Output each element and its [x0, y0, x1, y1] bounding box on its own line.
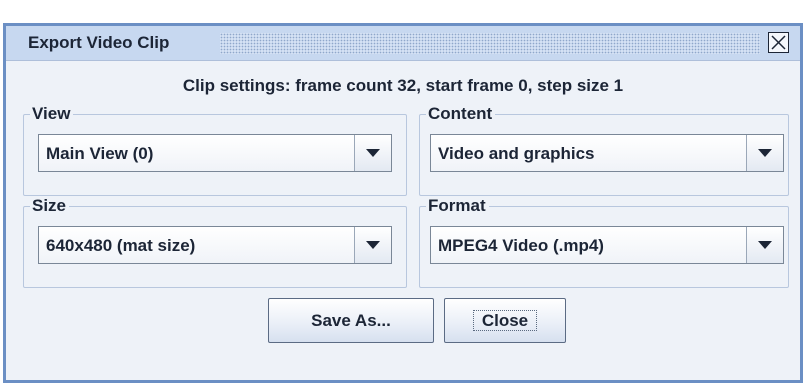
close-window-button[interactable]: [768, 32, 789, 53]
content-selected-value: Video and graphics: [438, 144, 595, 163]
window-title: Export Video Clip: [28, 33, 170, 52]
size-selected-value: 640x480 (mat size): [46, 236, 196, 255]
format-group-label: Format: [426, 196, 489, 216]
title-bar-grip: [220, 33, 760, 54]
view-select[interactable]: Main View (0): [38, 134, 392, 172]
focus-ring: [473, 310, 537, 331]
view-selected-value: Main View (0): [46, 144, 154, 163]
content-group-label: Content: [426, 104, 496, 124]
clip-settings-summary: Clip settings: frame count 32, start fra…: [182, 76, 624, 95]
content-dropdown-button[interactable]: [746, 135, 783, 171]
close-icon: [771, 35, 786, 50]
content-select[interactable]: Video and graphics: [430, 134, 784, 172]
format-selected-value: MPEG4 Video (.mp4): [438, 236, 604, 255]
chevron-down-icon: [758, 149, 772, 157]
format-dropdown-button[interactable]: [746, 227, 783, 263]
format-select[interactable]: MPEG4 Video (.mp4): [430, 226, 784, 264]
title-bar[interactable]: Export Video Clip: [6, 26, 800, 61]
save-as-label: Save As...: [311, 310, 391, 330]
save-as-button[interactable]: Save As...: [268, 298, 434, 343]
export-video-clip-dialog: Export Video Clip Clip settings: frame c…: [3, 23, 803, 383]
format-group: Format MPEG4 Video (.mp4): [419, 196, 789, 288]
view-dropdown-button[interactable]: [354, 135, 391, 171]
size-select[interactable]: 640x480 (mat size): [38, 226, 392, 264]
chevron-down-icon: [366, 241, 380, 249]
close-button[interactable]: Close: [444, 298, 566, 343]
chevron-down-icon: [366, 149, 380, 157]
size-dropdown-button[interactable]: [354, 227, 391, 263]
chevron-down-icon: [758, 241, 772, 249]
view-group: View Main View (0): [23, 104, 407, 196]
size-group-label: Size: [30, 196, 70, 216]
content-group: Content Video and graphics: [419, 104, 789, 196]
view-group-label: View: [30, 104, 74, 124]
size-group: Size 640x480 (mat size): [23, 196, 407, 288]
